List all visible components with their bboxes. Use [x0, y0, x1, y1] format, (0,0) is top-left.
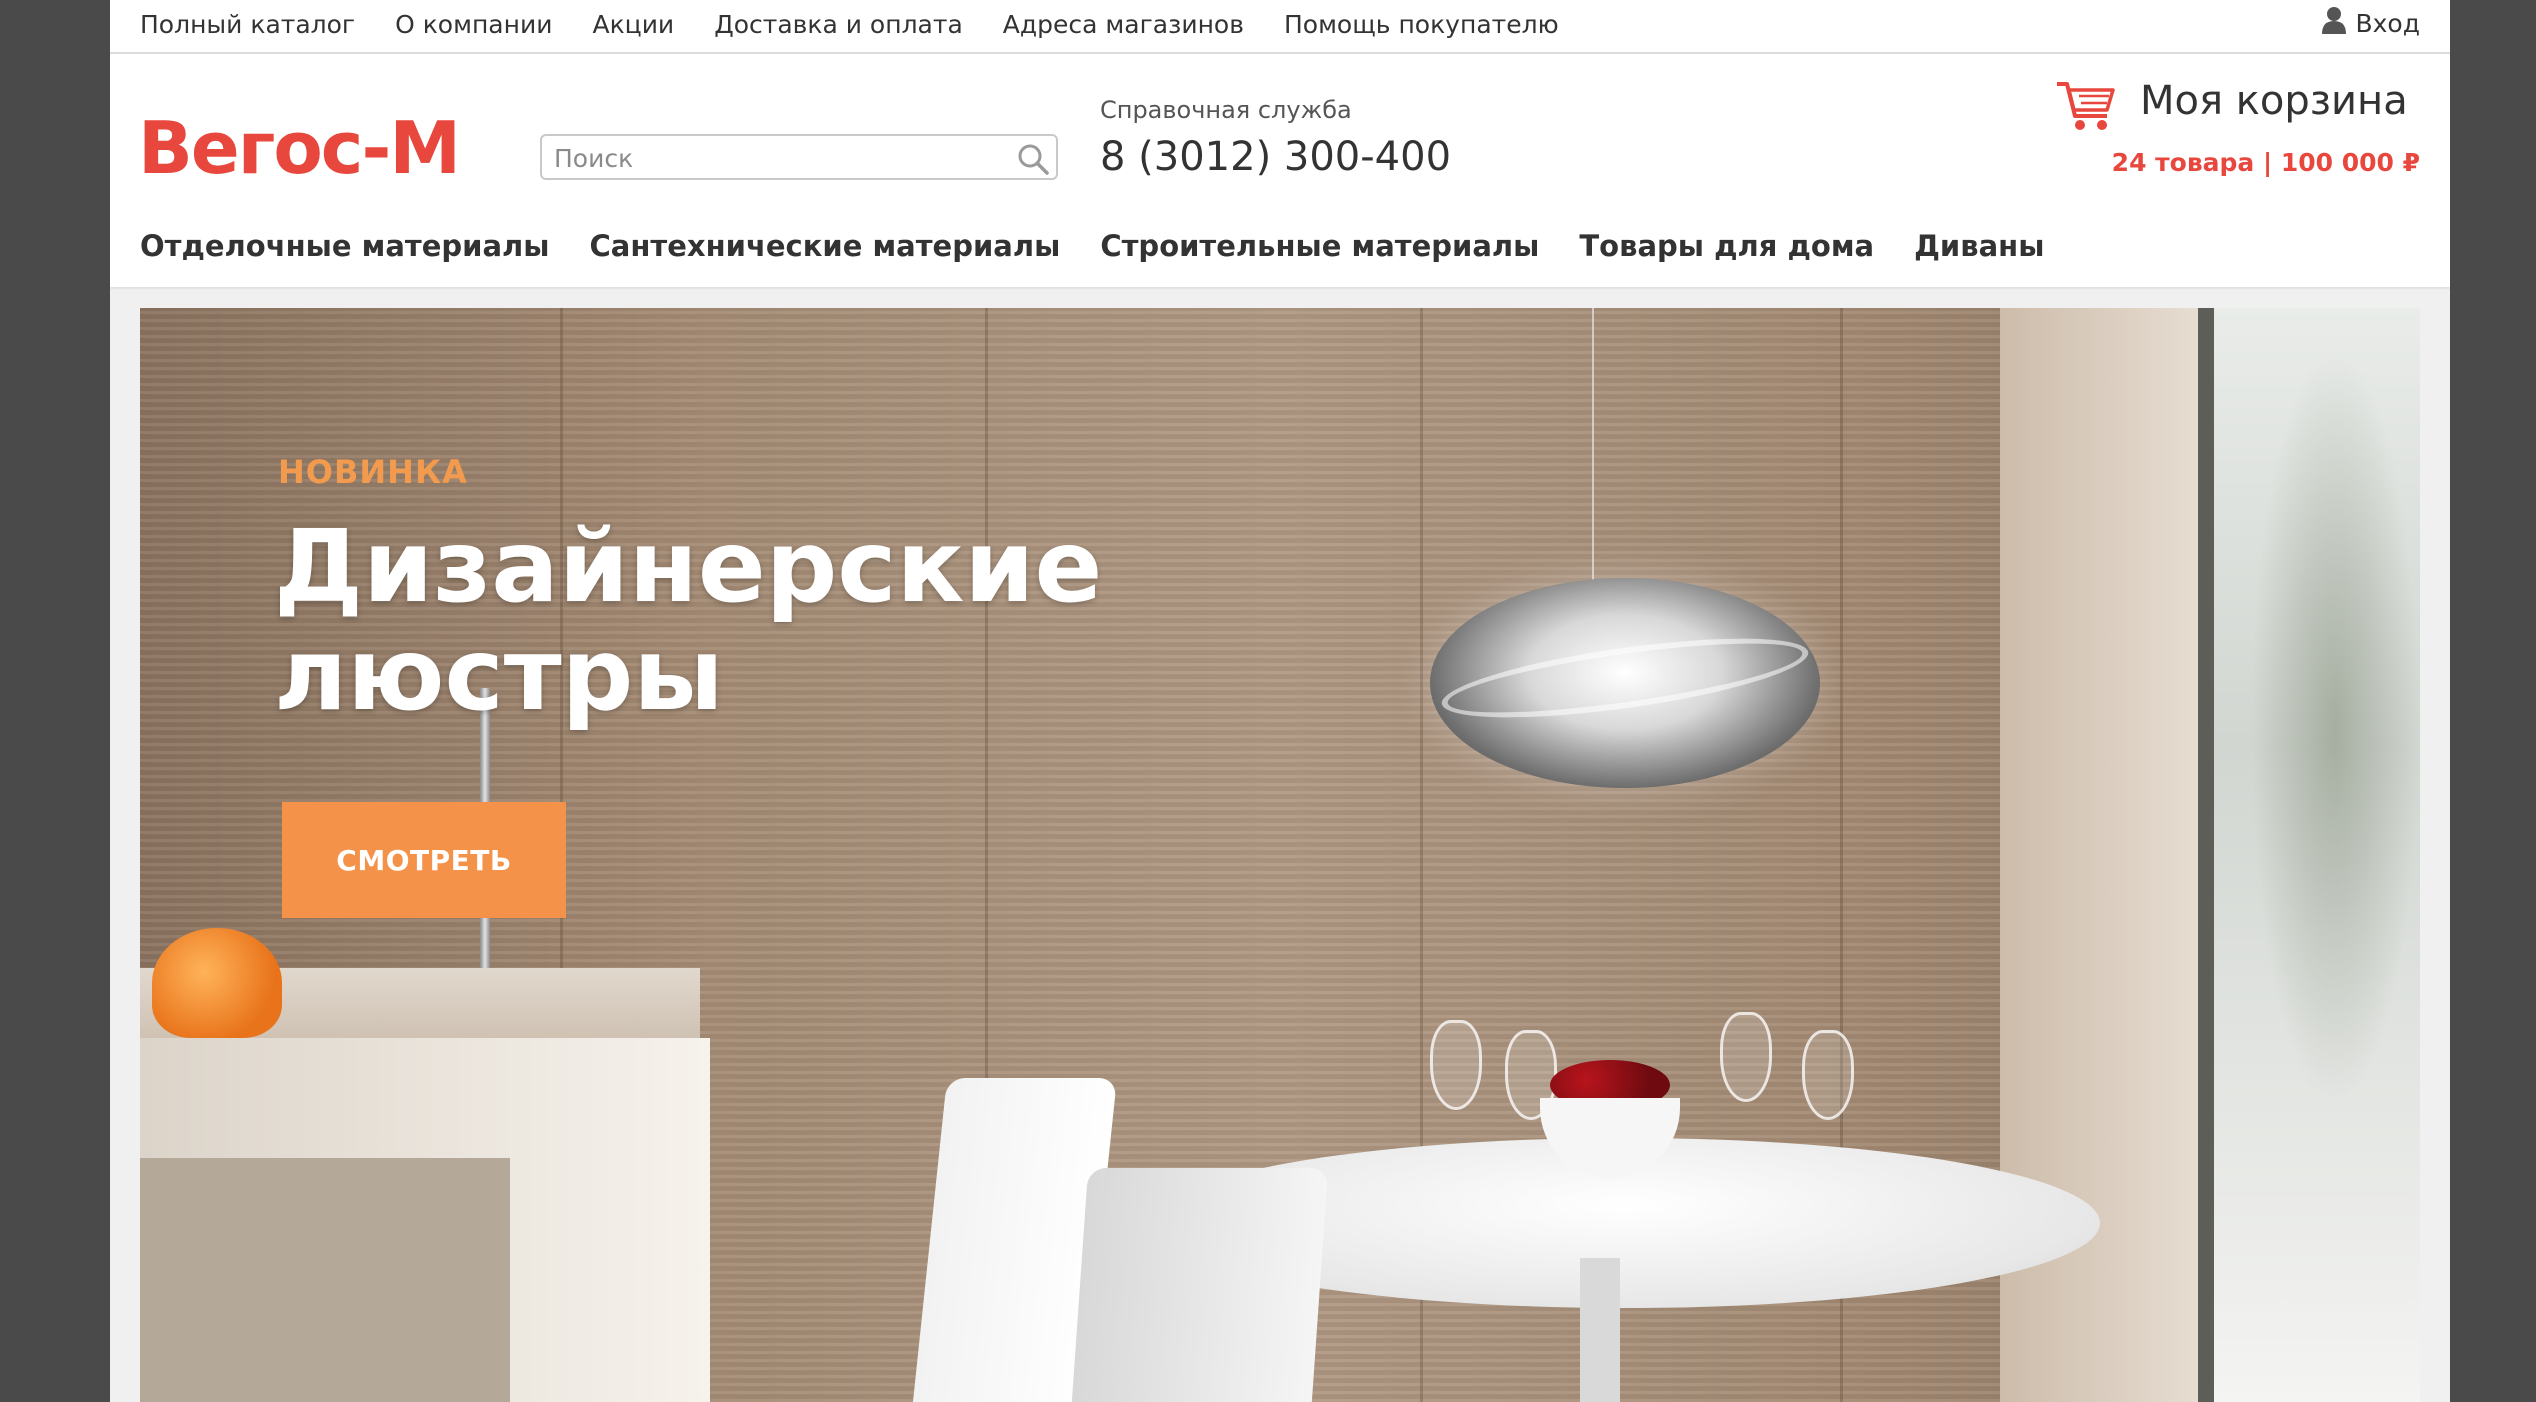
banner-eyebrow: НОВИНКА	[278, 453, 468, 491]
main-nav: Отделочные материалы Сантехнические мате…	[140, 222, 2084, 270]
chair	[1071, 1168, 1329, 1402]
login-label: Вход	[2355, 8, 2420, 38]
main-nav-building[interactable]: Строительные материалы	[1100, 229, 1539, 263]
wine-glass	[1802, 1030, 1854, 1120]
banner-headline-line-2: люстры	[274, 616, 724, 733]
banner-headline-line-1: Дизайнерские	[274, 508, 1103, 625]
top-nav-promotions[interactable]: Акции	[592, 10, 674, 39]
view-button[interactable]: СМОТРЕТЬ	[282, 802, 566, 918]
top-nav-about[interactable]: О компании	[395, 10, 552, 39]
cart-icon[interactable]	[2055, 78, 2117, 138]
login-link[interactable]: Вход	[2321, 0, 2420, 46]
top-nav-help[interactable]: Помощь покупателю	[1284, 10, 1559, 39]
top-nav-catalog[interactable]: Полный каталог	[140, 10, 355, 39]
table-leg	[1580, 1258, 1620, 1402]
hero-banner[interactable]: НОВИНКА Дизайнерские люстры СМОТРЕТЬ	[140, 308, 2420, 1402]
lamp-cord	[1592, 308, 1594, 598]
main-nav-finishing[interactable]: Отделочные материалы	[140, 229, 550, 263]
cart-summary[interactable]: 24 товара | 100 000 ₽	[2112, 148, 2420, 177]
search-box	[540, 134, 1058, 180]
page: Полный каталог О компании Акции Доставка…	[110, 0, 2450, 1402]
user-icon	[2321, 6, 2355, 40]
banner-headline: Дизайнерские люстры	[274, 513, 1174, 729]
search-icon[interactable]	[1016, 142, 1050, 180]
wine-glass	[1430, 1020, 1482, 1110]
orange-fruit-bowl	[152, 928, 282, 1038]
kitchen-counter-front	[140, 1158, 510, 1402]
window-post	[2198, 308, 2214, 1402]
wine-glass	[1720, 1012, 1772, 1102]
cart-title[interactable]: Моя корзина	[2140, 78, 2408, 124]
search-input[interactable]	[552, 140, 996, 176]
top-nav-stores[interactable]: Адреса магазинов	[1003, 10, 1244, 39]
main-nav-home-goods[interactable]: Товары для дома	[1579, 229, 1874, 263]
top-bar: Полный каталог О компании Акции Доставка…	[110, 0, 2450, 54]
snowy-tree	[2250, 348, 2420, 1108]
main-nav-plumbing[interactable]: Сантехнические материалы	[590, 229, 1061, 263]
main-nav-sofas[interactable]: Диваны	[1914, 229, 2044, 263]
logo[interactable]: Вегос-М	[138, 108, 461, 188]
help-phone[interactable]: 8 (3012) 300-400	[1100, 134, 1451, 180]
top-nav: Полный каталог О компании Акции Доставка…	[140, 0, 1599, 48]
help-label: Справочная служба	[1100, 96, 1352, 124]
top-nav-delivery[interactable]: Доставка и оплата	[714, 10, 963, 39]
